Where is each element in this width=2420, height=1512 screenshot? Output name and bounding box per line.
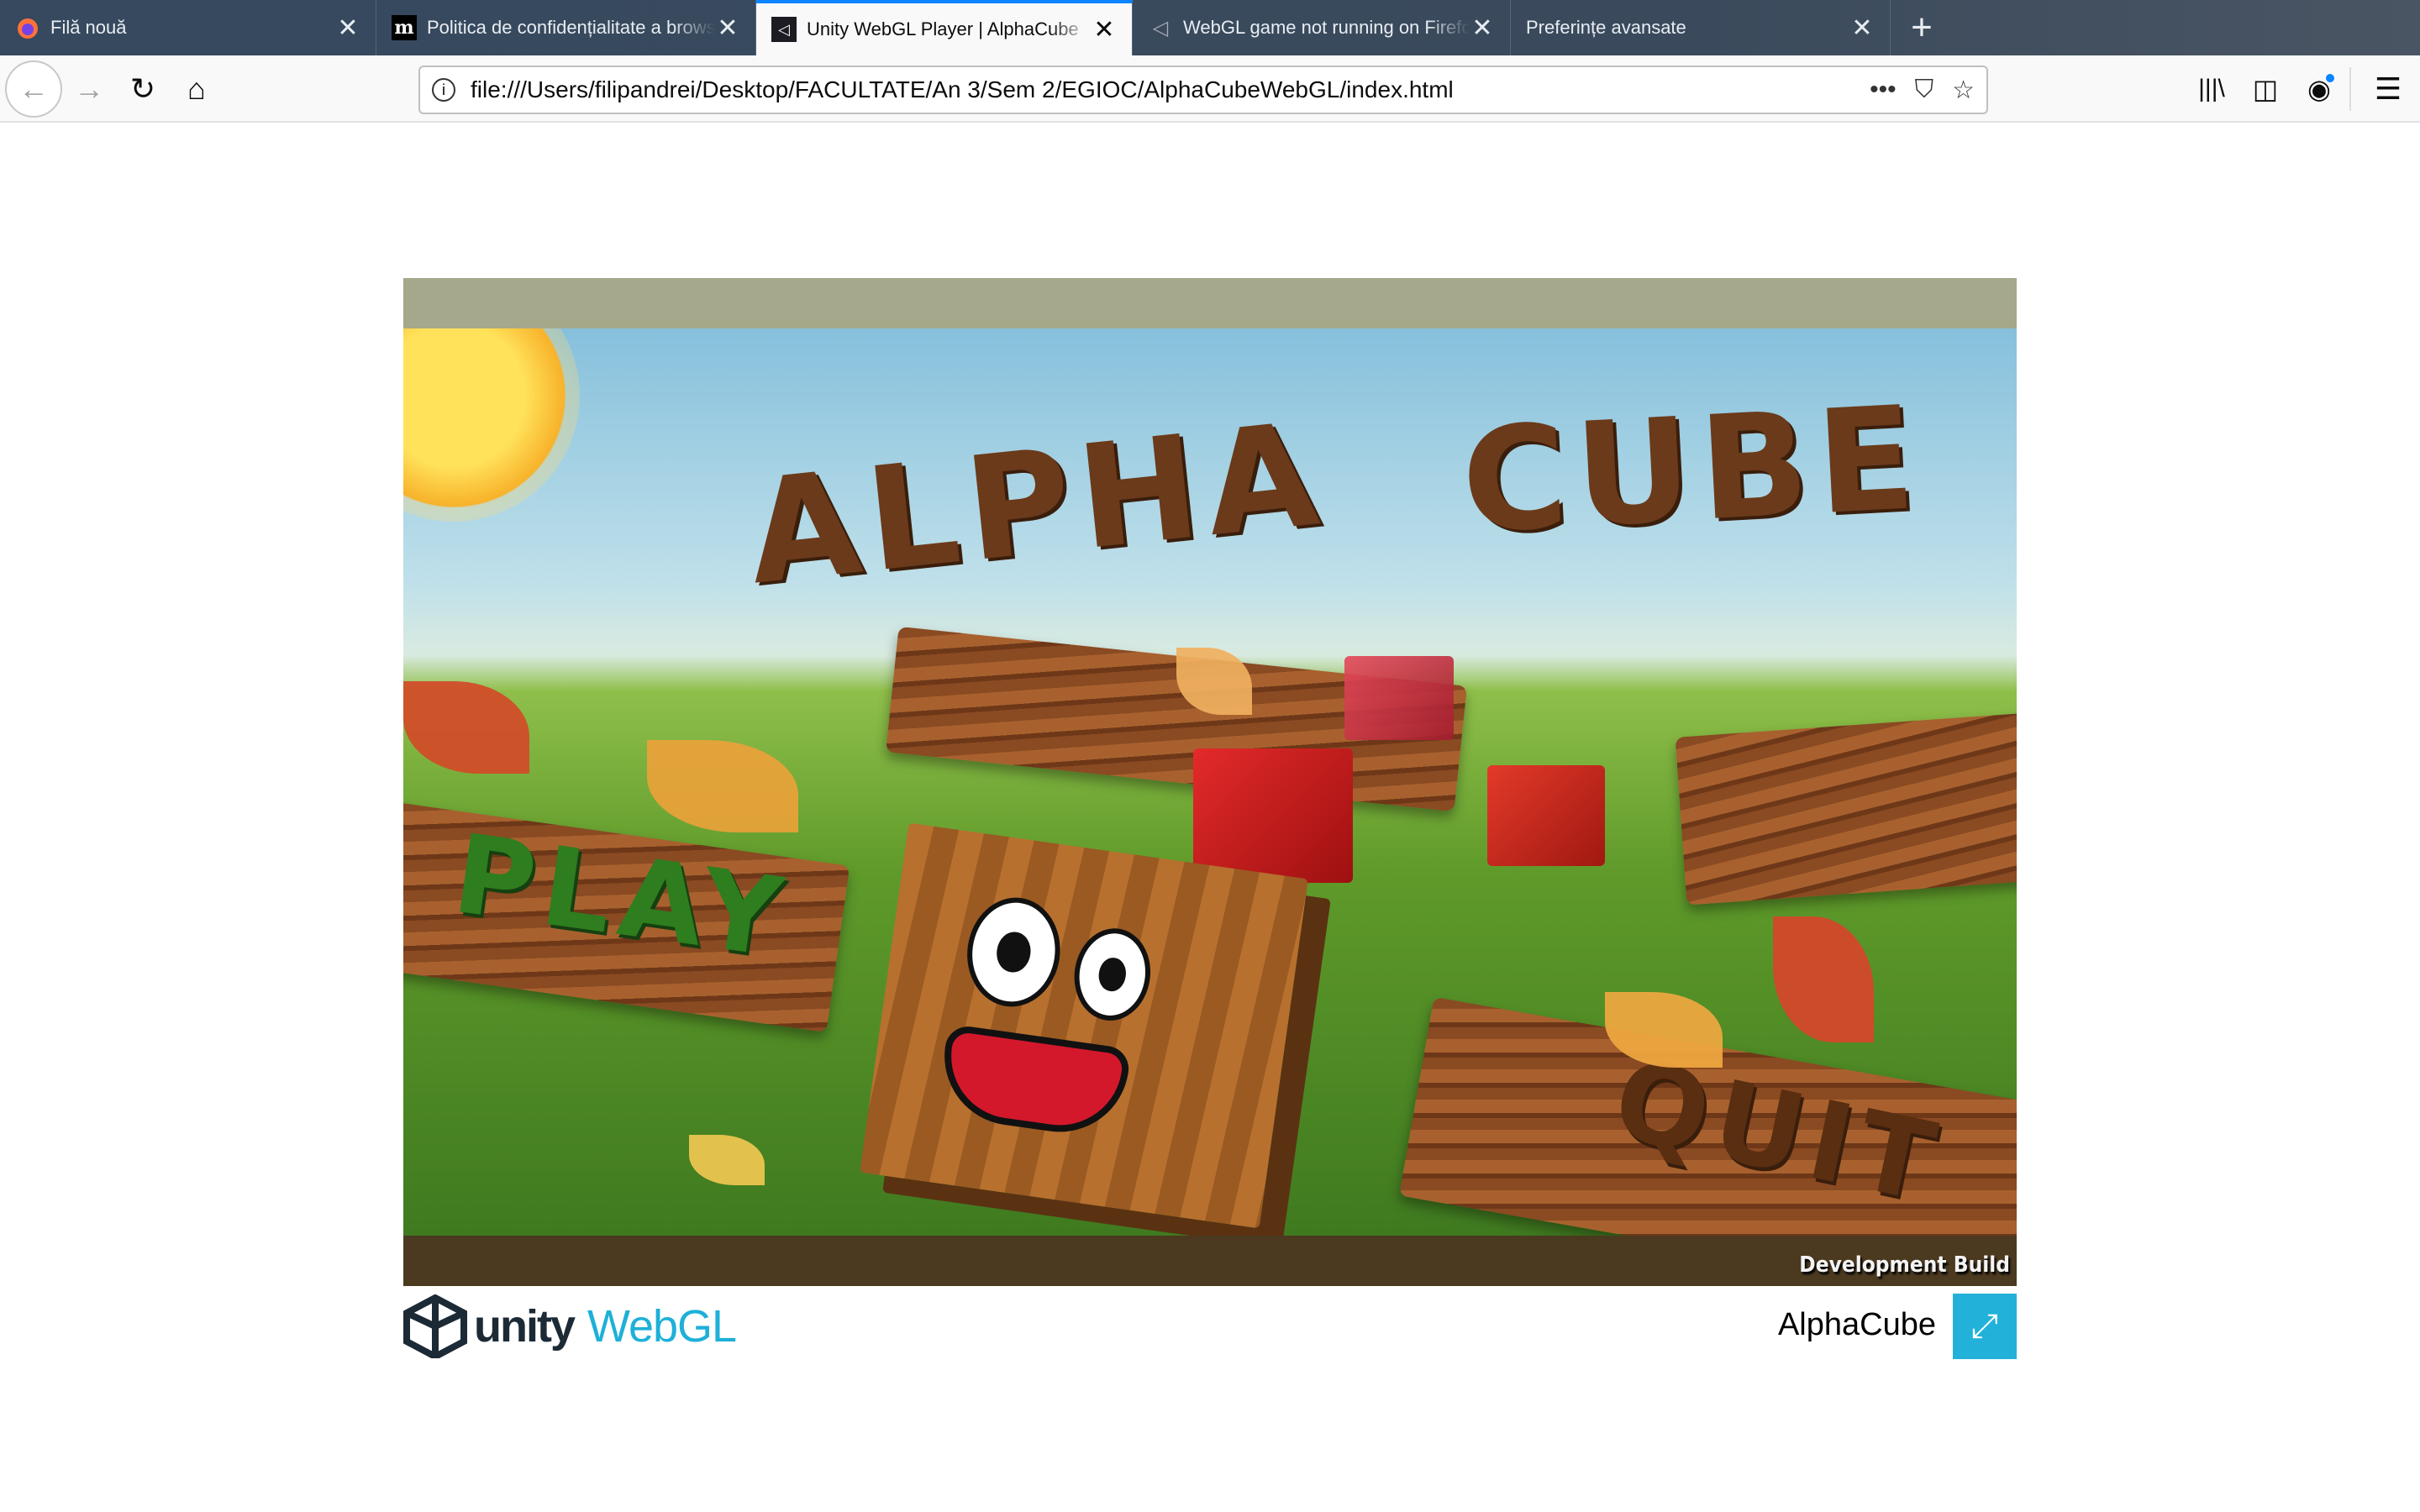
red-cube-character — [1193, 748, 1353, 883]
close-tab-icon[interactable]: ✕ — [1470, 13, 1495, 43]
tab-bar: Filă nouă ✕ m Politica de confidențialit… — [0, 0, 2420, 55]
tab-label: Filă nouă — [50, 17, 127, 38]
tab-label: Preferințe avansate — [1526, 17, 1686, 38]
close-tab-icon[interactable]: ✕ — [335, 13, 360, 43]
back-button[interactable]: ← — [5, 60, 62, 118]
account-icon[interactable]: ◉ — [2296, 66, 2343, 113]
sidebar-icon[interactable]: ◫ — [2242, 66, 2289, 113]
webgl-wordmark: WebGL — [587, 1301, 737, 1352]
wooden-cube-character — [860, 822, 1308, 1229]
leaf-graphic — [403, 681, 529, 774]
fullscreen-icon: ⤢ — [1971, 1307, 1998, 1345]
unity-cube-icon — [403, 1294, 467, 1358]
unity-game-canvas[interactable]: ALPHA CUBE PLAY QUIT Development Build — [403, 278, 2017, 1286]
close-tab-icon[interactable]: ✕ — [715, 13, 740, 43]
leaf-graphic — [689, 1135, 765, 1185]
medium-icon: m — [392, 15, 417, 40]
tab-label: Unity WebGL Player | AlphaCube — [807, 18, 1079, 39]
toolbar-divider — [2349, 67, 2351, 111]
red-cube-character — [1487, 765, 1605, 866]
site-info-icon[interactable]: i — [432, 78, 455, 102]
tab-privacy-policy[interactable]: m Politica de confidențialitate a browse… — [376, 0, 756, 55]
tab-new-tab[interactable]: Filă nouă ✕ — [0, 0, 376, 55]
fullscreen-button[interactable]: ⤢ — [1953, 1294, 2017, 1359]
bookmark-star-icon[interactable]: ☆ — [1952, 76, 1975, 105]
red-cube-character — [1344, 656, 1454, 740]
unity-wordmark: unity — [474, 1301, 576, 1352]
development-build-label: Development Build — [1799, 1252, 2010, 1278]
game-title-cube: CUBE — [1458, 375, 1928, 566]
close-tab-icon[interactable]: ✕ — [1849, 13, 1875, 43]
tab-label: WebGL game not running on Firefox — [1183, 17, 1470, 38]
unity-webgl-logo: unity WebGL — [403, 1294, 737, 1359]
game-title-alpha: ALPHA — [740, 391, 1334, 617]
menu-icon[interactable]: ☰ — [2365, 66, 2412, 113]
webgl-footer: unity WebGL AlphaCube ⤢ — [403, 1294, 2017, 1359]
game-title: AlphaCube — [1777, 1307, 1936, 1342]
firefox-icon — [15, 15, 40, 40]
pocket-icon[interactable]: ⛉ — [1915, 76, 1934, 104]
leaf-graphic — [647, 740, 798, 832]
leaf-graphic — [1773, 916, 1874, 1042]
library-icon[interactable]: |||\ — [2188, 66, 2235, 113]
close-tab-icon[interactable]: ✕ — [1092, 15, 1117, 45]
home-button[interactable]: ⌂ — [173, 66, 220, 113]
tab-advanced-preferences[interactable]: Preferințe avansate ✕ — [1511, 0, 1891, 55]
tab-webgl-game-not-running[interactable]: ◁ WebGL game not running on Firefox ✕ — [1133, 0, 1511, 55]
unity-icon: ◁ — [1152, 16, 1169, 39]
game-scene: ALPHA CUBE PLAY QUIT — [403, 328, 2017, 1236]
new-tab-button[interactable]: + — [1901, 7, 1943, 49]
tab-label: Politica de confidențialitate a browseru… — [427, 17, 715, 38]
nav-toolbar: ← → ↻ ⌂ i file:///Users/filipandrei/Desk… — [0, 55, 2420, 123]
tab-unity-webgl-player[interactable]: ◁ Unity WebGL Player | AlphaCube ✕ — [756, 0, 1133, 55]
sun-graphic — [403, 328, 580, 522]
unity-icon: ◁ — [771, 17, 797, 42]
log-graphic — [1675, 709, 2017, 906]
url-bar[interactable]: i file:///Users/filipandrei/Desktop/FACU… — [418, 66, 1988, 114]
reload-button[interactable]: ↻ — [119, 66, 166, 113]
url-input[interactable]: file:///Users/filipandrei/Desktop/FACULT… — [471, 76, 1851, 103]
dev-build-bar: Development Build — [403, 1236, 2017, 1286]
forward-button[interactable]: → — [66, 66, 113, 113]
page-actions-icon[interactable]: ••• — [1870, 76, 1897, 104]
